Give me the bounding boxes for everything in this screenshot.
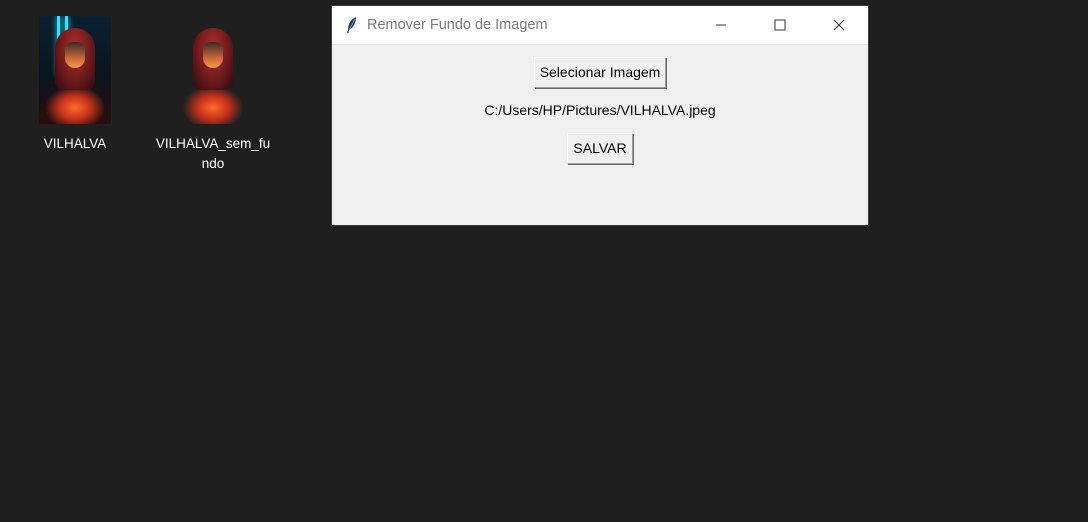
- image-thumbnail: [177, 16, 249, 124]
- file-path-label: C:/Users/HP/Pictures/VILHALVA.jpeg: [484, 102, 716, 118]
- maximize-button[interactable]: [750, 6, 809, 44]
- app-window: Remover Fundo de Imagem Selecionar Image…: [332, 6, 868, 225]
- minimize-button[interactable]: [691, 6, 750, 44]
- maximize-icon: [774, 16, 786, 35]
- select-image-button[interactable]: Selecionar Imagem: [533, 57, 667, 88]
- desktop-file-vilhalva-sem-fundo[interactable]: VILHALVA_sem_fundo: [155, 16, 271, 174]
- window-controls: [691, 6, 868, 44]
- window-title: Remover Fundo de Imagem: [367, 17, 548, 33]
- title-bar[interactable]: Remover Fundo de Imagem: [332, 6, 868, 45]
- image-thumbnail: [39, 16, 111, 124]
- desktop-file-label: VILHALVA: [43, 136, 107, 151]
- minimize-icon: [715, 16, 727, 35]
- window-content: Selecionar Imagem C:/Users/HP/Pictures/V…: [332, 45, 868, 225]
- desktop-file-label: VILHALVA_sem_fundo: [155, 136, 271, 171]
- close-icon: [833, 16, 845, 35]
- feather-icon: [344, 17, 360, 33]
- desktop: VILHALVA VILHALVA_sem_fundo Remover Fund…: [0, 0, 1088, 522]
- close-button[interactable]: [809, 6, 868, 44]
- save-button[interactable]: SALVAR: [567, 133, 633, 164]
- desktop-file-vilhalva[interactable]: VILHALVA: [17, 16, 133, 154]
